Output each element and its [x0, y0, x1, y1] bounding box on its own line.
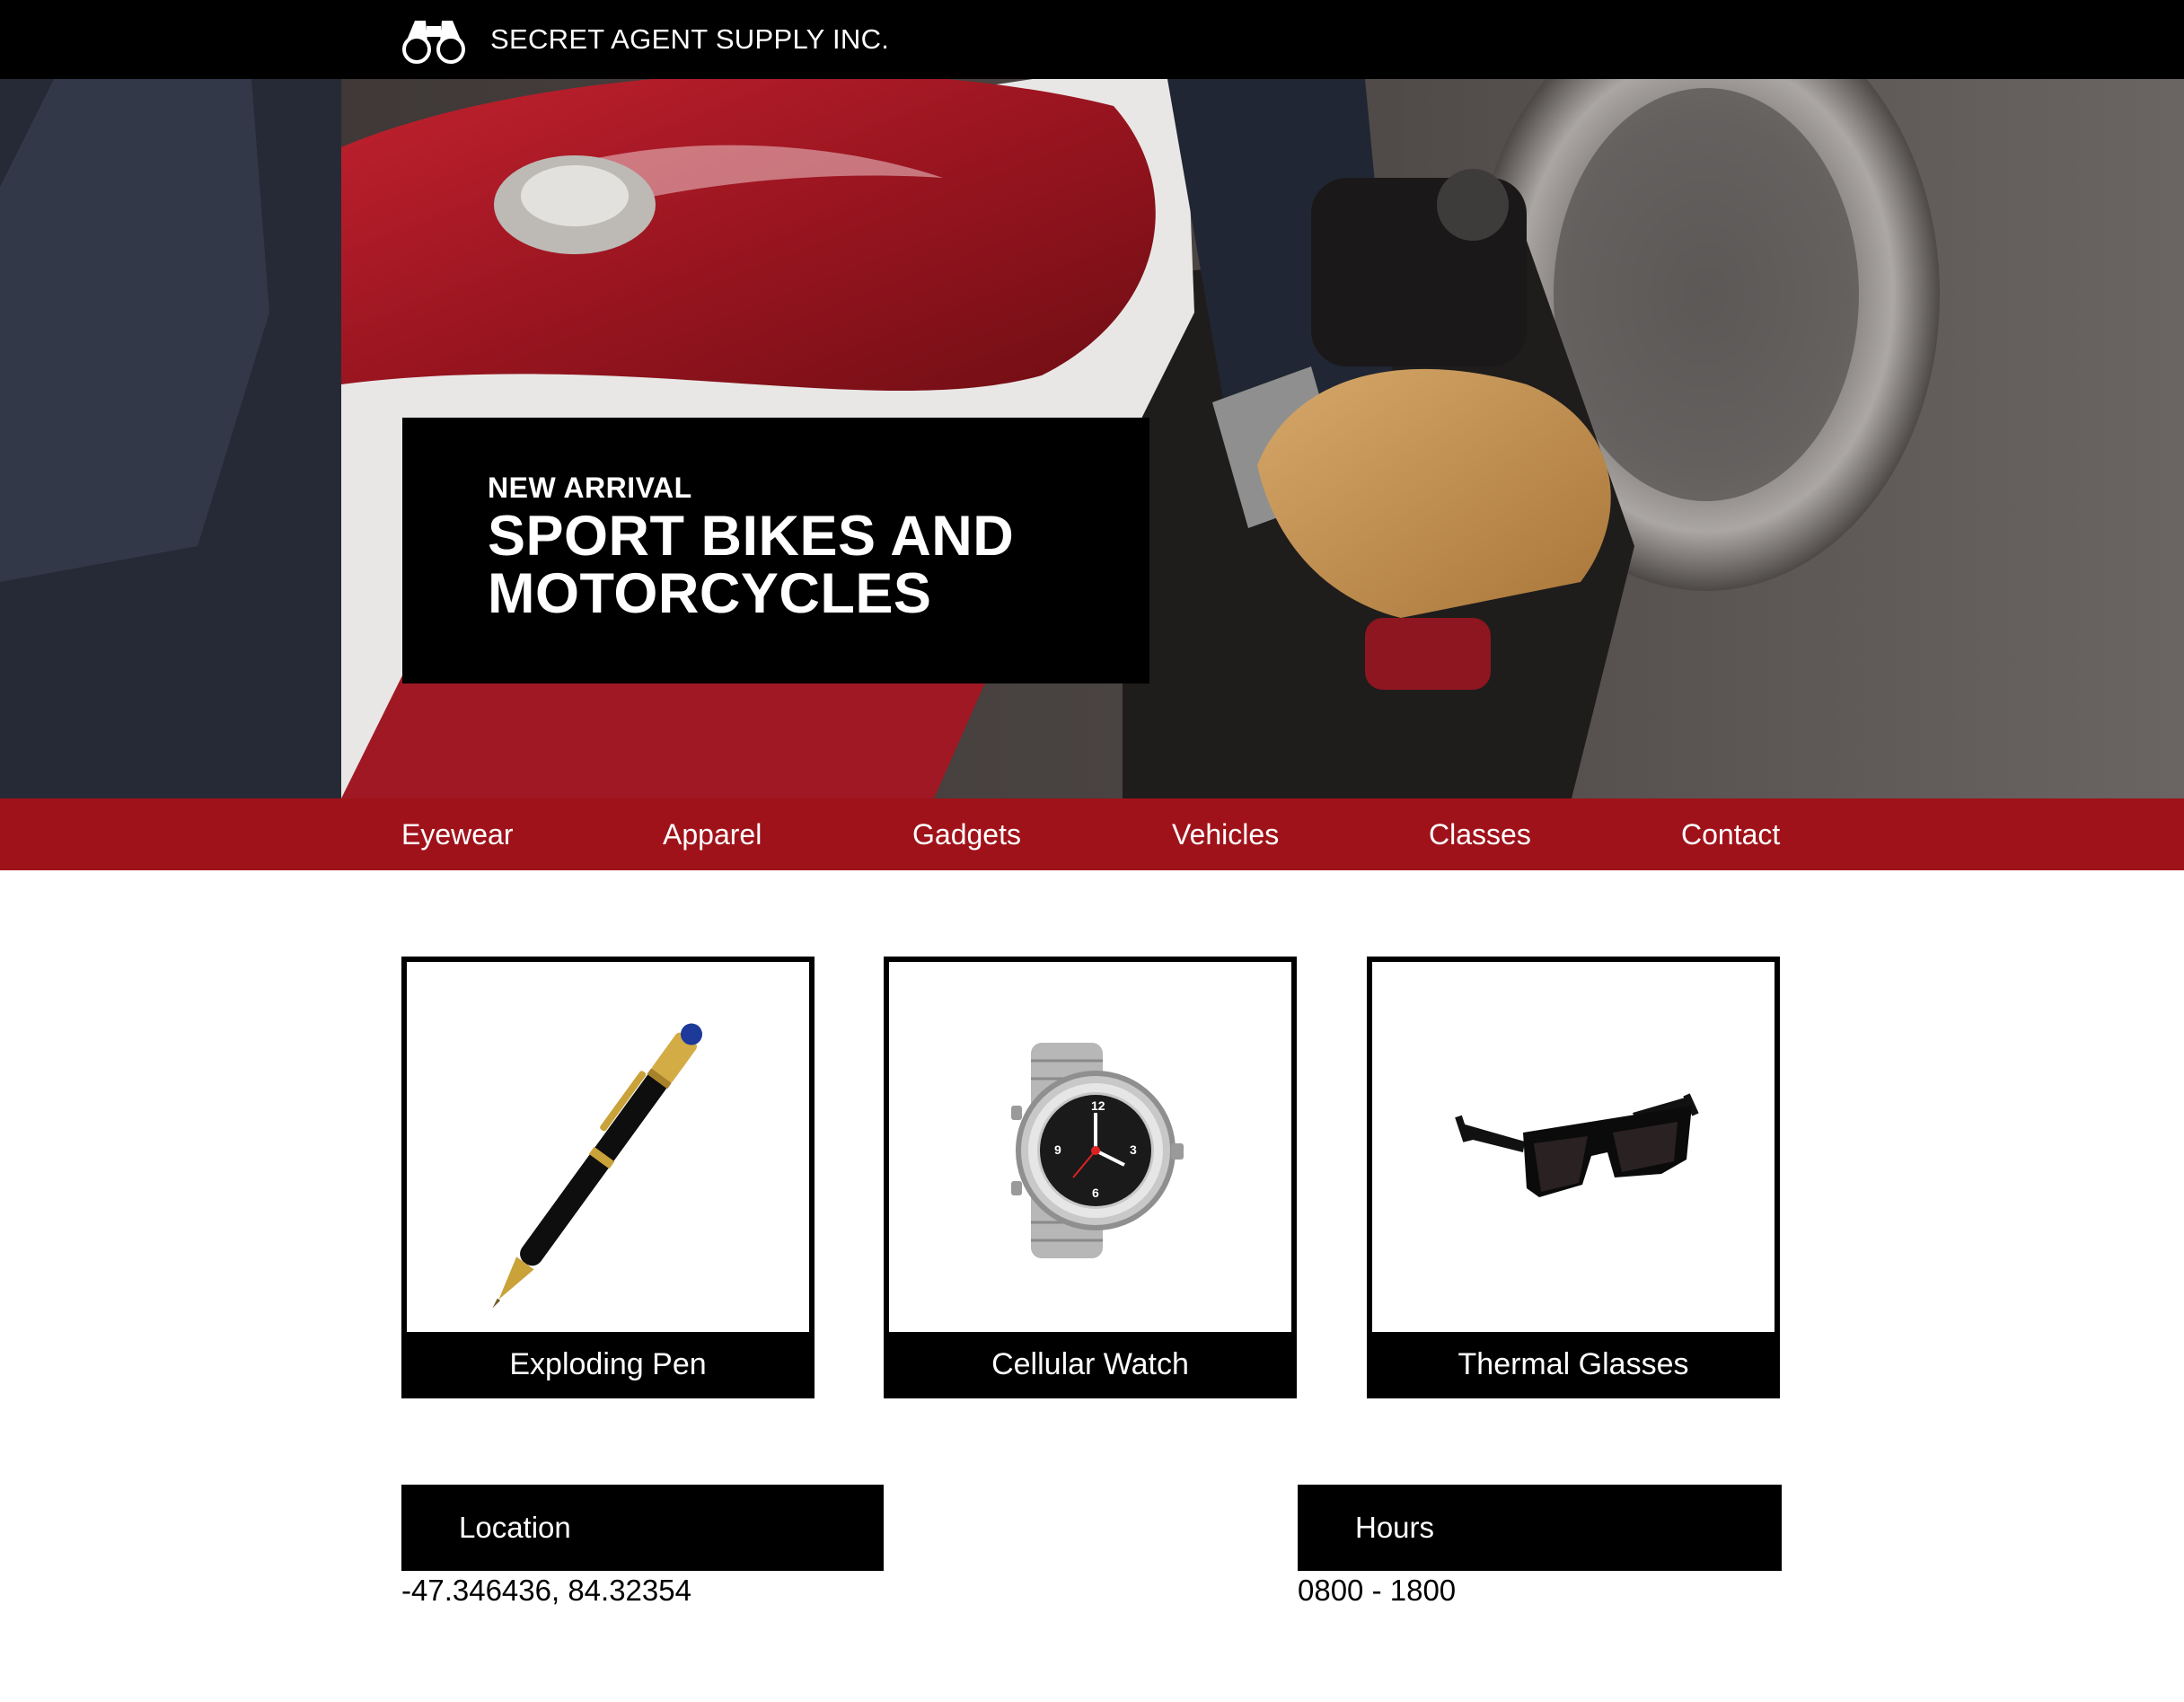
sunglasses-image — [1372, 962, 1774, 1336]
svg-text:6: 6 — [1092, 1186, 1099, 1200]
nav-item-contact[interactable]: Contact — [1681, 798, 1780, 870]
brand-name: SECRET AGENT SUPPLY INC. — [490, 23, 890, 55]
nav-item-vehicles[interactable]: Vehicles — [1172, 798, 1279, 870]
promo-kicker: NEW ARRIVAL — [488, 472, 692, 504]
svg-text:3: 3 — [1130, 1142, 1137, 1157]
location-value: -47.346436, 84.32354 — [401, 1574, 691, 1607]
location-heading: Location — [401, 1485, 884, 1571]
hours-value: 0800 - 1800 — [1298, 1574, 1457, 1607]
watch-image: 12 3 6 9 — [889, 962, 1291, 1336]
nav-item-gadgets[interactable]: Gadgets — [912, 798, 1021, 870]
product-card-cellular-watch[interactable]: 12 3 6 9 Cellular Watch — [884, 957, 1297, 1398]
nav-item-classes[interactable]: Classes — [1429, 798, 1531, 870]
top-header: SECRET AGENT SUPPLY INC. — [0, 0, 2184, 79]
product-card-thermal-glasses[interactable]: Thermal Glasses — [1367, 957, 1780, 1398]
product-card-exploding-pen[interactable]: Exploding Pen — [401, 957, 815, 1398]
hours-heading: Hours — [1298, 1485, 1782, 1571]
svg-text:9: 9 — [1054, 1142, 1061, 1157]
nav-item-apparel[interactable]: Apparel — [663, 798, 762, 870]
nav-item-eyewear[interactable]: Eyewear — [401, 798, 514, 870]
binoculars-icon — [402, 21, 465, 64]
pen-image — [407, 962, 809, 1336]
product-label: Cellular Watch — [889, 1332, 1291, 1393]
product-label: Exploding Pen — [407, 1332, 809, 1393]
brand-logo-link[interactable]: SECRET AGENT SUPPLY INC. — [401, 14, 889, 65]
promo-title: SPORT BIKES AND MOTORCYCLES — [488, 505, 1015, 625]
product-label: Thermal Glasses — [1372, 1332, 1774, 1393]
main-nav: Eyewear Apparel Gadgets Vehicles Classes… — [0, 798, 2184, 870]
hero-banner: NEW ARRIVAL SPORT BIKES AND MOTORCYCLES — [0, 79, 2184, 798]
new-arrival-promo[interactable]: NEW ARRIVAL SPORT BIKES AND MOTORCYCLES — [402, 418, 1149, 683]
svg-text:12: 12 — [1091, 1098, 1105, 1113]
